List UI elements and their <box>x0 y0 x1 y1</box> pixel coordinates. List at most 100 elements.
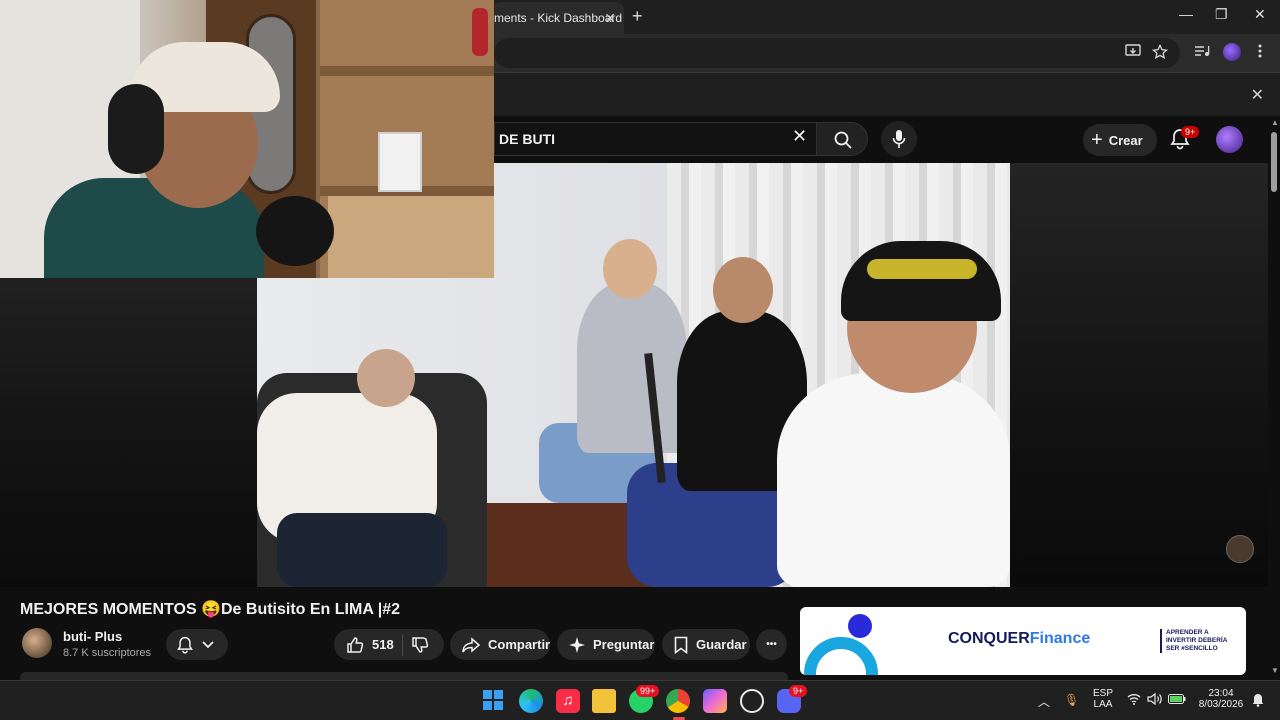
ad-tagline: APRENDER A INVERTIR DEBERÍA SER #SENCILL… <box>1160 629 1240 653</box>
yellow-sunglasses <box>867 259 977 279</box>
input-language[interactable]: ESP LAA <box>1092 688 1114 710</box>
new-tab-button[interactable]: + <box>632 6 643 27</box>
profile-avatar[interactable] <box>1223 43 1241 61</box>
ad-banner[interactable]: CONQUERFinance APRENDER A INVERTIR DEBER… <box>800 607 1246 675</box>
scroll-down-arrow-icon[interactable]: ▼ <box>1271 666 1279 675</box>
clock[interactable]: 23:04 8/03/2026 <box>1196 688 1246 710</box>
channel-watermark-avatar[interactable] <box>1226 535 1254 563</box>
person-gray-hoodie-head <box>603 239 657 299</box>
person-black-shirt-head <box>713 257 773 323</box>
save-button[interactable]: Guardar <box>662 629 750 660</box>
whatsapp-badge: 99+ <box>636 685 660 697</box>
video-title: MEJORES MOMENTOS 😝De Butisito En LIMA |#… <box>20 601 400 618</box>
black-cap <box>841 241 1001 321</box>
music-icon[interactable]: ♫ <box>556 689 580 713</box>
minimize-button[interactable]: — <box>1179 6 1193 22</box>
infobar-close-icon[interactable]: ✕ <box>1251 85 1264 105</box>
ask-label: Preguntar <box>593 637 655 652</box>
like-icon <box>347 636 364 653</box>
close-window-button[interactable]: ✕ <box>1254 6 1266 23</box>
browser-tab-kick-dashboard[interactable]: ments - Kick Dashboard ✕ <box>492 2 624 34</box>
search-icon <box>834 131 852 149</box>
channel-subscriber-count: 8.7 K suscriptores <box>63 647 152 659</box>
clock-time: 23:04 <box>1208 688 1234 699</box>
scroll-up-arrow-icon[interactable]: ▲ <box>1271 118 1279 127</box>
share-button[interactable]: Compartir <box>450 629 550 660</box>
save-label: Guardar <box>696 637 747 652</box>
webcam-bottle <box>472 8 488 56</box>
dislike-icon[interactable] <box>411 636 429 654</box>
scrollbar-thumb[interactable] <box>1271 132 1277 192</box>
voice-search-button[interactable] <box>881 121 917 157</box>
ask-button[interactable]: Preguntar <box>557 629 655 660</box>
tab-close-icon[interactable]: ✕ <box>604 10 616 27</box>
ad-logo-ring <box>804 637 878 675</box>
battery-icon[interactable] <box>1168 693 1186 707</box>
mic-icon <box>892 130 906 148</box>
chrome-icon[interactable] <box>666 689 690 713</box>
install-app-icon[interactable] <box>1125 44 1141 62</box>
browser-menu-icon[interactable] <box>1258 44 1262 62</box>
language-code: ESP <box>1092 688 1113 699</box>
discord-badge: 9+ <box>789 685 808 697</box>
search-clear-icon[interactable]: ✕ <box>792 126 807 147</box>
ad-brand: CONQUERFinance <box>948 630 1090 648</box>
volume-icon[interactable] <box>1147 692 1163 708</box>
youtube-account-avatar[interactable] <box>1216 126 1243 153</box>
search-input[interactable]: DE BUTI <box>494 122 816 156</box>
streamer-microphone <box>256 196 334 266</box>
tab-title: ments - Kick Dashboard <box>494 11 623 25</box>
like-button[interactable]: 518 <box>346 636 394 654</box>
channel-name[interactable]: buti- Plus <box>63 629 122 644</box>
share-label: Compartir <box>488 637 551 652</box>
ad-logo-dot <box>848 614 872 638</box>
folder-icon[interactable] <box>592 689 616 713</box>
webcam-overlay <box>0 0 494 278</box>
keyboard-layout: LAA <box>1093 699 1113 710</box>
windows-taskbar: ♫ 99+ 9+ ︿ 🎙 ESP LAA 23:04 8/03/2026 <box>0 680 1280 720</box>
webcam-picture-frame <box>378 132 422 192</box>
page-scrollbar[interactable]: ▲ ▼ <box>1268 116 1280 680</box>
webcam-shelf-board <box>320 66 494 76</box>
chevron-down-icon <box>202 640 214 648</box>
like-divider <box>401 633 403 656</box>
search-button[interactable] <box>816 122 868 156</box>
ad-brand-part2: Finance <box>1029 630 1091 647</box>
tray-chevron-up-icon[interactable]: ︿ <box>1038 693 1050 710</box>
description-box-top[interactable] <box>20 672 788 680</box>
player-ambient-right <box>1010 163 1268 587</box>
like-count: 518 <box>372 637 394 652</box>
create-label: Crear <box>1108 132 1143 148</box>
clock-date: 8/03/2026 <box>1198 699 1244 710</box>
more-actions-button[interactable]: ••• <box>756 629 787 660</box>
sparkle-icon <box>569 636 585 653</box>
subscription-bell-button[interactable] <box>166 629 228 660</box>
maximize-button[interactable]: ❐ <box>1215 6 1228 23</box>
person-white-shirt <box>777 373 1010 587</box>
screen: ments - Kick Dashboard ✕ + — ❐ ✕ ✕ DE BU… <box>0 0 1280 720</box>
bookmark-icon <box>674 636 688 654</box>
like-dislike-group: 518 <box>334 629 444 660</box>
streamer-headphones <box>108 84 164 174</box>
bell-icon <box>177 636 193 653</box>
notification-center-icon[interactable] <box>1252 693 1264 710</box>
windows-start-icon[interactable] <box>482 689 506 713</box>
notifications-badge: 9+ <box>1181 126 1200 138</box>
edge-icon[interactable] <box>519 689 543 713</box>
copilot-icon[interactable] <box>703 689 727 713</box>
ad-brand-part1: CONQUER <box>948 630 1030 647</box>
bookmark-star-icon[interactable] <box>1151 43 1169 64</box>
github-icon[interactable] <box>740 689 764 713</box>
create-button[interactable]: + Crear <box>1083 124 1157 156</box>
person-gray-hoodie <box>577 283 687 453</box>
media-control-icon[interactable] <box>1194 44 1210 62</box>
plus-icon: + <box>1091 129 1103 151</box>
person-reclining-legs <box>277 513 447 587</box>
address-bar[interactable] <box>494 38 1180 68</box>
microphone-in-use-icon[interactable]: 🎙 <box>1064 693 1079 707</box>
webcam-drawer <box>328 196 494 278</box>
person-reclining-head <box>357 349 415 407</box>
share-icon <box>462 636 480 653</box>
channel-avatar[interactable] <box>22 628 52 658</box>
wifi-icon[interactable] <box>1127 693 1141 708</box>
